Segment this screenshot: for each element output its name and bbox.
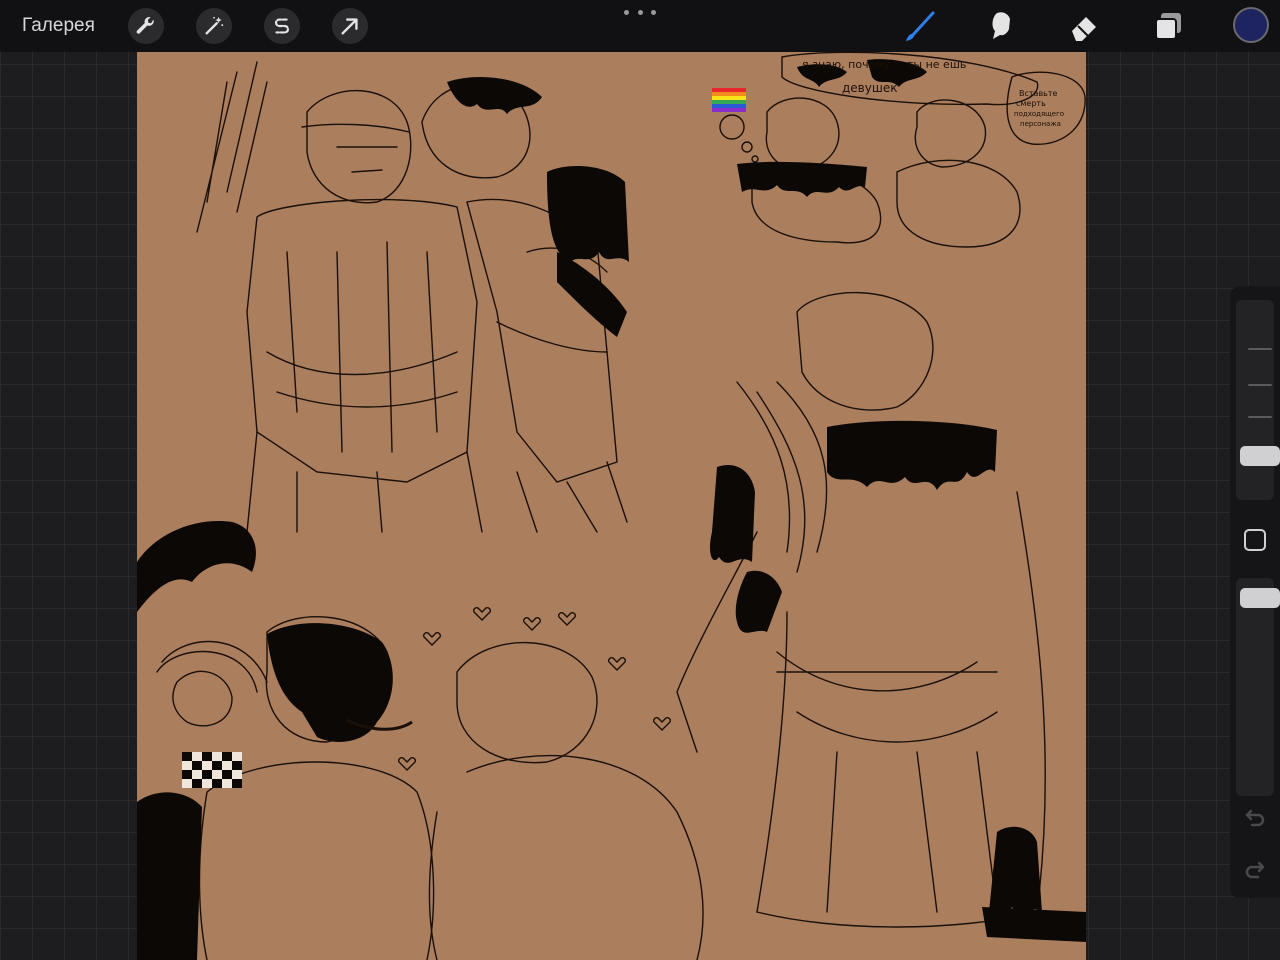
undo-button[interactable] xyxy=(1242,808,1268,830)
dot xyxy=(637,9,643,15)
brush-sidebar xyxy=(1230,286,1280,898)
gallery-button[interactable]: Галерея xyxy=(22,12,95,40)
square-modify-icon[interactable] xyxy=(1244,529,1266,551)
smudge-finger-icon xyxy=(992,12,1010,39)
smudge-tool-button[interactable] xyxy=(984,8,1020,44)
dot xyxy=(624,9,629,15)
slider-tick xyxy=(1248,348,1272,350)
speech-line-1: я знаю, почему xyxy=(802,58,891,71)
side-note-line-2: смерть xyxy=(1016,99,1046,108)
checkered-garment xyxy=(182,752,242,788)
sketch-artwork: я знаю, почему ты не ешь девушек Вставьт… xyxy=(137,52,1086,960)
top-toolbar: Галерея xyxy=(0,0,1280,52)
magic-wand-icon xyxy=(205,16,224,35)
drawing-canvas[interactable]: я знаю, почему ты не ешь девушек Вставьт… xyxy=(137,52,1086,960)
speech-line-3: девушек xyxy=(842,81,897,95)
side-note-line-3: подходящего xyxy=(1014,110,1064,118)
opacity-slider[interactable] xyxy=(1236,578,1280,796)
brush-size-slider[interactable] xyxy=(1236,300,1280,500)
adjustments-button[interactable] xyxy=(196,8,232,44)
slider-tick xyxy=(1248,416,1272,418)
opacity-thumb[interactable] xyxy=(1240,588,1280,608)
arrow-cursor-icon xyxy=(341,18,358,35)
actions-button[interactable] xyxy=(128,8,164,44)
transform-button[interactable] xyxy=(332,8,368,44)
brush-size-thumb[interactable] xyxy=(1240,446,1280,466)
undo-icon xyxy=(1245,809,1265,827)
redo-icon xyxy=(1245,861,1265,879)
brush-tool-button[interactable] xyxy=(902,8,938,44)
side-note-line-4: персонажа xyxy=(1020,120,1061,128)
selection-s-icon xyxy=(275,18,289,34)
eraser-tool-button[interactable] xyxy=(1066,8,1102,44)
selection-button[interactable] xyxy=(264,8,300,44)
side-note-line-1: Вставьте xyxy=(1019,89,1058,98)
wrench-icon xyxy=(136,17,154,34)
layers-icon xyxy=(1155,13,1181,40)
dot xyxy=(651,9,656,15)
color-picker-swatch[interactable] xyxy=(1233,7,1269,43)
redo-button[interactable] xyxy=(1242,860,1268,882)
slider-tick xyxy=(1248,384,1272,386)
rainbow-flag-icon xyxy=(712,88,746,112)
speech-line-2: ты не ешь xyxy=(907,58,966,71)
more-dots-icon[interactable] xyxy=(624,6,656,18)
brush-icon xyxy=(906,11,935,41)
eraser-icon xyxy=(1072,17,1096,41)
layers-button[interactable] xyxy=(1150,8,1186,44)
